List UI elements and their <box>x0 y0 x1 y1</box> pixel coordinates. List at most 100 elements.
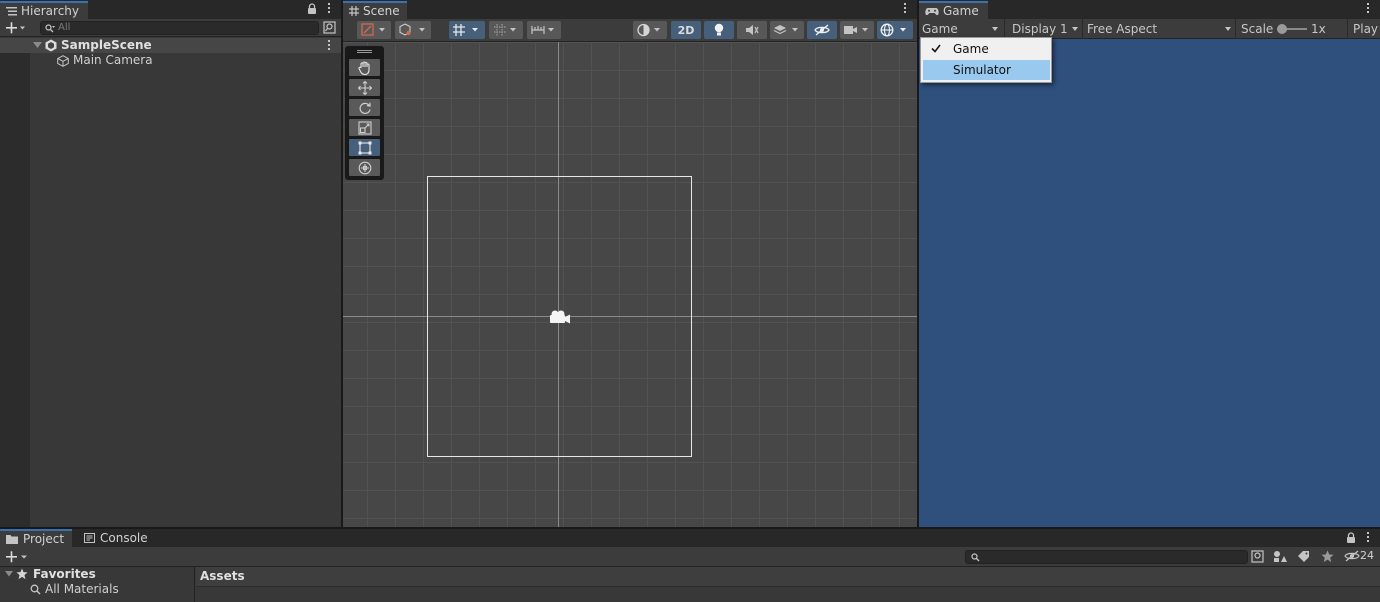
scene-menu-icon[interactable] <box>327 40 331 52</box>
grid-icon <box>349 6 359 16</box>
toolbar-divider <box>1004 19 1005 39</box>
tab-game[interactable]: Game <box>919 1 988 19</box>
expand-triangle-icon[interactable] <box>5 571 13 577</box>
expand-triangle-icon[interactable] <box>33 42 42 49</box>
favorites-label: Favorites <box>33 567 96 581</box>
view-mode-dropdown[interactable]: Game <box>922 20 1002 38</box>
gizmos-button[interactable] <box>877 21 913 39</box>
grid-snapping-button[interactable] <box>449 21 485 39</box>
filter-by-type-icon[interactable] <box>1273 550 1287 563</box>
project-toolbar: 24 <box>0 547 1380 567</box>
favorites-tree: Favorites All Materials <box>0 567 195 602</box>
draw-mode-button[interactable] <box>395 21 431 39</box>
label-tag-icon[interactable] <box>1297 550 1310 563</box>
scale-slider-thumb[interactable] <box>1277 24 1287 34</box>
scale-label: Scale <box>1241 22 1274 36</box>
rotate-tool-button[interactable] <box>349 99 380 116</box>
search-by-type-icon[interactable] <box>323 21 336 34</box>
display-dropdown[interactable]: Display 1 <box>1012 20 1082 38</box>
tab-game-label: Game <box>943 4 979 18</box>
scene-menu-icon[interactable] <box>903 3 907 15</box>
star-icon[interactable] <box>1321 550 1334 563</box>
hierarchy-panel: Hierarchy All SampleScene Main Camera <box>0 0 341 527</box>
scale-tool-button[interactable] <box>349 119 380 136</box>
camera-gizmo-icon[interactable] <box>548 309 572 325</box>
snap-increment-button[interactable] <box>489 21 523 39</box>
scene-row[interactable]: SampleScene <box>0 38 341 53</box>
shading-mode-button[interactable] <box>357 21 391 39</box>
move-tool-button[interactable] <box>349 79 380 96</box>
hand-tool-button[interactable] <box>349 59 380 76</box>
hierarchy-menu-icon[interactable] <box>327 3 331 15</box>
assets-breadcrumb: Assets <box>196 567 1380 587</box>
scene-toolbar: 2D <box>343 19 917 42</box>
tools-palette <box>345 46 384 180</box>
hierarchy-tabbar: Hierarchy <box>0 0 341 19</box>
tab-scene-label: Scene <box>363 4 400 18</box>
gamepad-icon <box>925 7 939 16</box>
rect-transform-icon <box>358 141 372 155</box>
render-mode-button[interactable] <box>633 21 667 39</box>
project-panel: Project Console 24 Favorites All Materia… <box>0 529 1380 602</box>
menu-item-simulator[interactable]: Simulator <box>923 60 1050 80</box>
project-search-input[interactable] <box>965 550 1248 564</box>
toolbar-divider <box>1347 19 1348 39</box>
scale-value: 1x <box>1311 22 1326 36</box>
add-icon[interactable] <box>6 21 26 35</box>
search-by-type-icon[interactable] <box>1251 550 1264 563</box>
audio-toggle-button[interactable] <box>737 21 767 39</box>
lighting-toggle-button[interactable] <box>704 21 734 39</box>
display-value: Display 1 <box>1012 22 1068 36</box>
transform-icon <box>358 161 372 175</box>
folder-icon <box>6 534 18 544</box>
assets-label[interactable]: Assets <box>200 569 245 583</box>
lock-icon[interactable] <box>1346 532 1356 544</box>
scene-tabbar: Scene <box>343 0 917 19</box>
unity-scene-icon <box>45 39 57 52</box>
play-mode-button[interactable]: Play <box>1353 20 1378 38</box>
aspect-dropdown[interactable]: Free Aspect <box>1087 20 1235 38</box>
game-tabbar: Game <box>919 0 1380 19</box>
scene-name: SampleScene <box>61 38 152 52</box>
tab-console[interactable]: Console <box>78 529 148 547</box>
favorites-row[interactable]: Favorites <box>0 567 195 582</box>
search-icon <box>971 553 980 562</box>
toolbar-divider <box>1082 19 1083 39</box>
hierarchy-toolbar: All <box>0 19 341 37</box>
menu-item-label: Simulator <box>953 63 1011 77</box>
chevron-down-icon <box>1072 27 1078 31</box>
ruler-button[interactable] <box>527 21 561 39</box>
list-item[interactable]: Main Camera <box>30 53 341 69</box>
add-icon[interactable] <box>6 550 30 564</box>
camera-settings-button[interactable] <box>840 21 874 39</box>
rect-tool-button[interactable] <box>349 139 380 156</box>
aspect-value: Free Aspect <box>1087 22 1158 36</box>
checkmark-icon <box>931 44 941 53</box>
effects-button[interactable] <box>770 21 804 39</box>
hierarchy-gutter <box>0 53 30 527</box>
palette-grip[interactable] <box>357 50 372 51</box>
menu-item-label: Game <box>953 42 989 56</box>
search-icon <box>30 584 41 595</box>
menu-item-game[interactable]: Game <box>923 39 1050 59</box>
game-menu-icon[interactable] <box>1366 3 1370 15</box>
tab-project[interactable]: Project <box>0 529 72 547</box>
view-mode-value: Game <box>922 22 958 36</box>
transform-tool-button[interactable] <box>349 159 380 176</box>
game-toolbar: Game Display 1 Free Aspect Scale 1x Play <box>919 19 1380 39</box>
hierarchy-search-input[interactable]: All <box>40 21 319 35</box>
list-item[interactable]: All Materials <box>0 582 195 597</box>
chevron-down-icon <box>1225 27 1231 31</box>
scene-panel: Scene 2D <box>343 0 917 527</box>
scene-viewport[interactable] <box>343 42 917 527</box>
search-icon <box>45 24 55 33</box>
scene-visibility-button[interactable] <box>807 21 837 39</box>
tab-scene[interactable]: Scene <box>343 1 407 19</box>
project-tabbar: Project Console <box>0 529 1380 547</box>
lock-icon[interactable] <box>307 3 317 15</box>
star-icon <box>16 568 28 580</box>
project-menu-icon[interactable] <box>1366 532 1370 544</box>
toggle-2d-button[interactable]: 2D <box>671 21 701 39</box>
hidden-packages-icon[interactable] <box>1344 550 1360 562</box>
tab-hierarchy[interactable]: Hierarchy <box>0 1 88 19</box>
